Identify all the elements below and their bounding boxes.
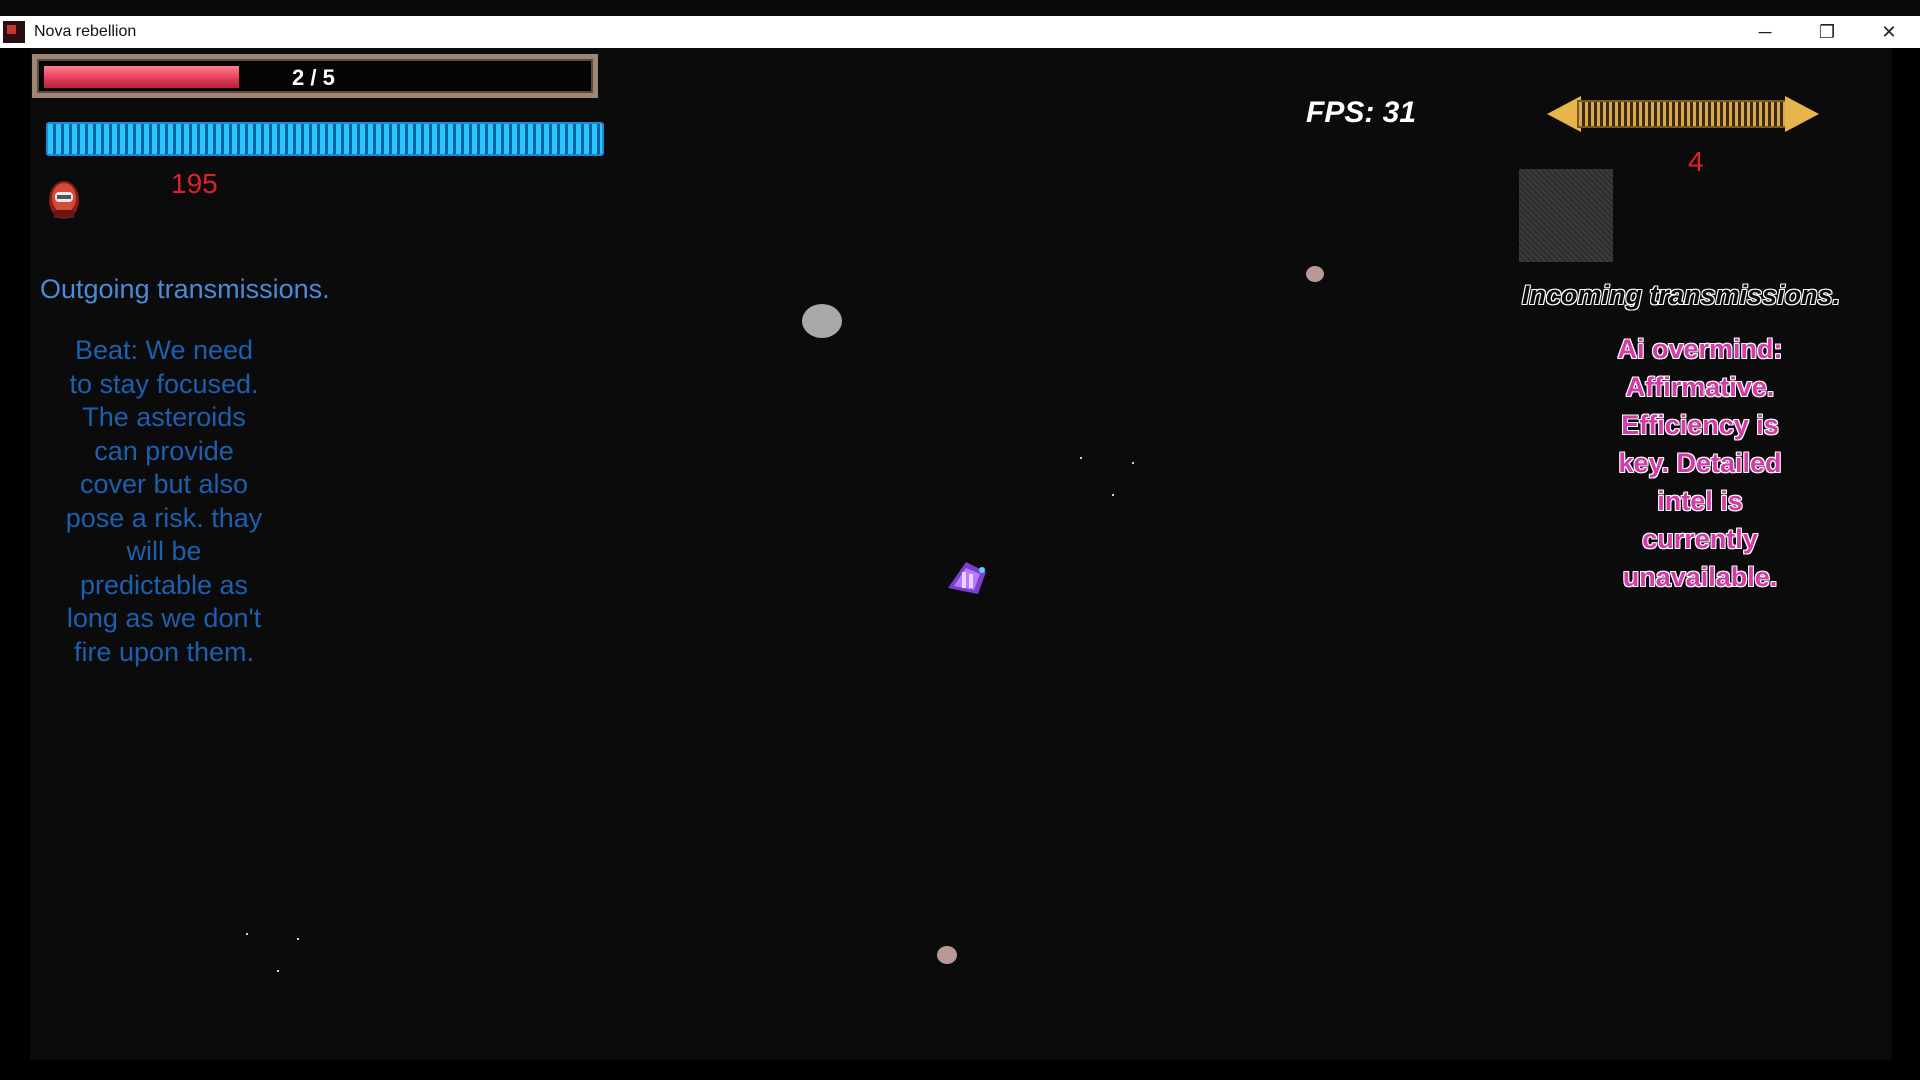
minimize-icon: ─ [1758, 21, 1772, 42]
transmission-portrait-box [1519, 169, 1613, 262]
asteroid [937, 946, 957, 964]
pilot-avatar-icon [49, 181, 79, 219]
window-controls: ─ ❐ ✕ [1734, 16, 1920, 48]
level-value: 4 [1688, 146, 1704, 177]
health-label: 2 / 5 [292, 65, 335, 90]
close-icon: ✕ [1881, 21, 1897, 42]
gauge-right-cap [1785, 96, 1819, 132]
gauge-left-cap [1547, 96, 1581, 132]
close-button[interactable]: ✕ [1858, 16, 1920, 48]
minimize-button[interactable]: ─ [1734, 16, 1796, 48]
game-viewport[interactable]: 2 / 5 195 Outgoing transmissions. Beat: … [0, 48, 1920, 1080]
star [1132, 462, 1134, 464]
screen-top-strip [0, 0, 1920, 16]
app-icon [3, 21, 25, 43]
energy-bar [46, 122, 604, 156]
incoming-transmission-message: Ai overmind: Affirmative. Efficiency is … [1617, 334, 1783, 592]
health-bar-fill [44, 66, 239, 88]
fps-counter: FPS: 31 [1306, 96, 1417, 129]
star [1080, 457, 1082, 459]
restore-icon: ❐ [1818, 21, 1836, 42]
score-value: 195 [171, 168, 218, 199]
player-ship-icon[interactable] [944, 558, 990, 598]
star [277, 970, 279, 972]
outgoing-transmissions-title: Outgoing transmissions. [40, 274, 330, 304]
incoming-transmissions-title: Incoming transmissions. [1522, 280, 1841, 310]
level-gauge [1547, 96, 1819, 132]
gauge-body [1577, 100, 1789, 128]
asteroid [802, 304, 842, 338]
health-bar: 2 / 5 [32, 54, 598, 98]
outgoing-transmission-message: Beat: We need to stay focused. The aster… [65, 335, 263, 667]
restore-button[interactable]: ❐ [1796, 16, 1858, 48]
star [297, 938, 299, 940]
star [1112, 494, 1114, 496]
asteroid [1306, 266, 1324, 282]
window-titlebar: Nova rebellion ─ ❐ ✕ [0, 16, 1920, 48]
window-title: Nova rebellion [34, 23, 137, 40]
star [246, 933, 248, 935]
